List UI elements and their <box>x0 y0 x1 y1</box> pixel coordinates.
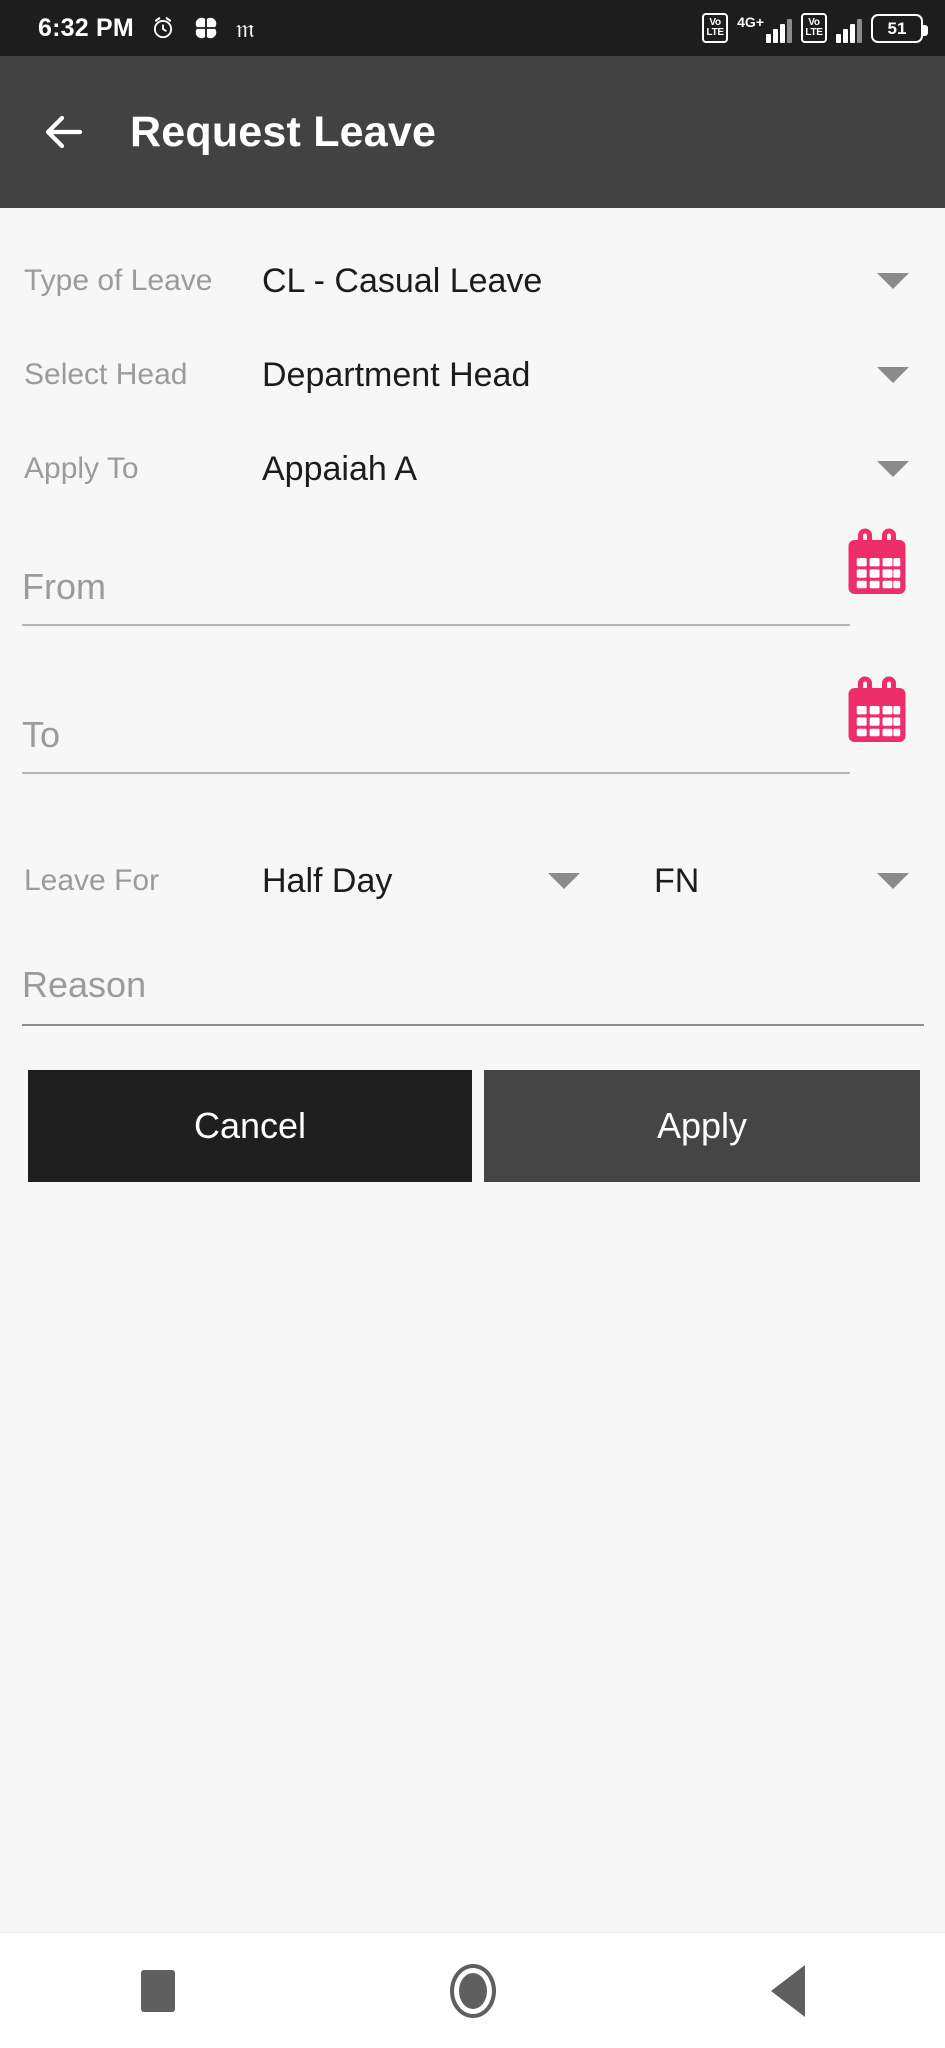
status-bar: 6:32 PM 𝔪 Vo LTE 4G+ Vo LTE 51 <box>0 0 945 56</box>
chevron-down-icon[interactable] <box>877 273 909 289</box>
status-bar-left: 6:32 PM 𝔪 <box>38 14 255 42</box>
to-date-placeholder: To <box>22 714 61 755</box>
volte-icon-sim1: Vo LTE <box>702 13 729 43</box>
phone-screen: 6:32 PM 𝔪 Vo LTE 4G+ Vo LTE 51 Request L… <box>0 0 945 2048</box>
m-app-icon: 𝔪 <box>235 13 255 43</box>
back-button[interactable] <box>733 1936 843 2046</box>
from-date-input-wrap[interactable]: From <box>22 566 850 626</box>
select-head-label: Select Head <box>24 358 188 391</box>
battery-icon: 51 <box>871 14 928 43</box>
flower-app-icon <box>192 14 220 42</box>
circle-home-icon[interactable] <box>449 1963 496 2018</box>
back-arrow-icon[interactable] <box>40 108 88 156</box>
field-apply-to[interactable]: Apply To Appaiah A <box>0 436 945 502</box>
status-bar-clock: 6:32 PM <box>38 13 134 42</box>
page-title: Request Leave <box>130 107 437 156</box>
leave-for-label: Leave For <box>24 864 160 897</box>
apply-button[interactable]: Apply <box>484 1070 920 1182</box>
field-select-head[interactable]: Select Head Department Head <box>0 342 945 408</box>
field-to-date[interactable]: To <box>0 676 945 824</box>
app-bar: Request Leave <box>0 56 945 208</box>
apply-to-label: Apply To <box>24 452 139 485</box>
android-navigation-bar <box>0 1932 945 2048</box>
from-date-placeholder: From <box>22 566 106 607</box>
reason-underline <box>22 1024 924 1026</box>
square-recents-icon[interactable] <box>140 1969 175 2012</box>
signal-group-sim1: 4G+ <box>737 15 792 43</box>
chevron-down-icon[interactable] <box>877 873 909 889</box>
signal-bars-icon-sim2 <box>836 15 862 43</box>
status-bar-right: Vo LTE 4G+ Vo LTE 51 <box>702 13 928 43</box>
battery-percent-text: 51 <box>887 19 907 38</box>
leave-for-session-value: FN <box>654 861 700 900</box>
calendar-icon[interactable] <box>840 676 914 748</box>
type-of-leave-label: Type of Leave <box>24 264 213 297</box>
request-leave-form: Type of Leave CL - Casual Leave Select H… <box>0 208 945 1932</box>
reason-placeholder: Reason <box>22 964 147 1005</box>
field-leave-for[interactable]: Leave For Half Day FN <box>0 848 945 914</box>
field-reason[interactable]: Reason <box>22 964 924 1026</box>
to-date-input-wrap[interactable]: To <box>22 714 850 774</box>
volte-bottom-text-2: LTE <box>805 27 823 38</box>
chevron-down-icon[interactable] <box>877 461 909 477</box>
chevron-down-icon[interactable] <box>548 873 580 889</box>
recents-button[interactable] <box>103 1936 213 2046</box>
signal-bars-icon-sim1 <box>766 15 792 43</box>
chevron-down-icon[interactable] <box>877 367 909 383</box>
volte-bottom-text: LTE <box>706 27 725 38</box>
calendar-icon[interactable] <box>840 528 914 600</box>
field-type-of-leave[interactable]: Type of Leave CL - Casual Leave <box>0 248 945 314</box>
alarm-clock-icon <box>150 15 176 41</box>
field-from-date[interactable]: From <box>0 528 945 676</box>
volte-icon-sim2: Vo LTE <box>801 13 827 43</box>
type-of-leave-value: CL - Casual Leave <box>262 261 543 300</box>
cancel-button[interactable]: Cancel <box>28 1070 472 1182</box>
from-date-underline <box>22 624 850 626</box>
to-date-underline <box>22 772 850 774</box>
network-type-label: 4G+ <box>737 14 764 30</box>
select-head-value: Department Head <box>262 355 531 394</box>
form-actions: Cancel Apply <box>0 1070 945 1182</box>
triangle-back-icon[interactable] <box>770 1964 805 2017</box>
home-button[interactable] <box>418 1936 528 2046</box>
leave-for-duration-value: Half Day <box>262 861 393 900</box>
apply-to-value: Appaiah A <box>262 449 418 488</box>
